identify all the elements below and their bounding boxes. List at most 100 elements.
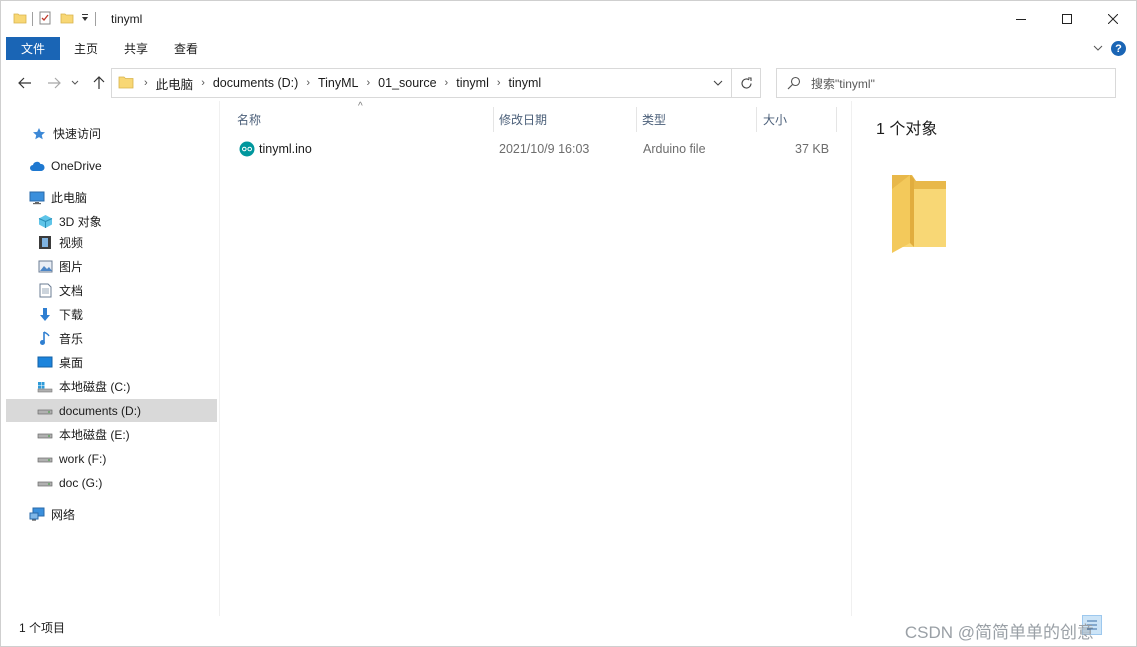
- breadcrumb-tinyml-upper[interactable]: TinyML: [314, 76, 363, 90]
- sidebar-item-label: 视频: [59, 236, 84, 250]
- table-row[interactable]: tinyml.ino 2021/10/9 16:03 Arduino file …: [235, 138, 835, 160]
- window-title: tinyml: [111, 12, 143, 26]
- sidebar-item-3d-objects[interactable]: 3D 对象: [6, 210, 217, 233]
- sidebar-item-label: 快速访问: [53, 127, 102, 141]
- tab-file[interactable]: 文件: [6, 37, 61, 60]
- title-bar: tinyml: [1, 1, 1136, 37]
- tab-view[interactable]: 查看: [161, 37, 211, 60]
- refresh-button[interactable]: [731, 69, 760, 97]
- file-type: Arduino file: [643, 142, 706, 156]
- sidebar-item-label: documents (D:): [59, 403, 142, 418]
- sidebar-item-documents[interactable]: 文档: [6, 279, 217, 302]
- sidebar-item-label: 本地磁盘 (E:): [59, 428, 130, 442]
- file-size: 37 KB: [795, 142, 830, 156]
- sidebar-item-drive-d[interactable]: documents (D:): [6, 399, 217, 422]
- navigation-row: › 此电脑 › documents (D:) › TinyML › 01_sou…: [1, 67, 1136, 99]
- sidebar-item-videos[interactable]: 视频: [6, 231, 217, 254]
- sidebar-item-label: 图片: [59, 260, 84, 274]
- ribbon-tabs: 文件 主页 共享 查看 ?: [1, 37, 1136, 60]
- arrow-right-icon: [48, 77, 61, 89]
- sidebar-item-music[interactable]: 音乐: [6, 327, 217, 350]
- sidebar-item-label: OneDrive: [51, 158, 102, 173]
- maximize-icon: [1062, 14, 1072, 24]
- column-header-modified[interactable]: 修改日期: [495, 107, 635, 132]
- sidebar-item-label: 本地磁盘 (C:): [59, 380, 131, 394]
- maximize-button[interactable]: [1044, 1, 1090, 37]
- sidebar-item-label: 下载: [59, 308, 84, 322]
- column-header-name[interactable]: 名称: [233, 107, 491, 132]
- sidebar-item-drive-f[interactable]: work (F:): [6, 447, 217, 470]
- sidebar-item-drive-c[interactable]: 本地磁盘 (C:): [6, 375, 217, 398]
- chevron-right-icon[interactable]: ›: [302, 77, 314, 89]
- column-separator[interactable]: [493, 107, 494, 132]
- sidebar-item-quick-access[interactable]: 快速访问: [6, 122, 217, 145]
- breadcrumb-tinyml-1[interactable]: tinyml: [452, 76, 493, 90]
- column-separator[interactable]: [756, 107, 757, 132]
- refresh-icon: [740, 76, 752, 89]
- minimize-button[interactable]: [998, 1, 1044, 37]
- navigation-pane: 快速访问 OneDrive 此电脑 3D 对象 视频 图片 文档 下载 音乐 桌…: [6, 113, 217, 613]
- sidebar-item-downloads[interactable]: 下载: [6, 303, 217, 326]
- selection-count: 1 个对象: [876, 121, 938, 138]
- sidebar-item-network[interactable]: 网络: [6, 503, 217, 526]
- chevron-right-icon[interactable]: ›: [140, 77, 152, 89]
- column-header-size[interactable]: 大小: [759, 107, 835, 132]
- customize-qat-icon[interactable]: [80, 12, 90, 26]
- up-button[interactable]: [89, 73, 109, 93]
- address-dropdown-button[interactable]: [706, 69, 730, 97]
- search-input[interactable]: 搜索"tinyml": [811, 75, 875, 92]
- tab-home[interactable]: 主页: [60, 37, 111, 60]
- star-icon: [31, 126, 47, 142]
- column-separator[interactable]: [636, 107, 637, 132]
- address-bar[interactable]: › 此电脑 › documents (D:) › TinyML › 01_sou…: [111, 68, 761, 98]
- close-button[interactable]: [1090, 1, 1136, 37]
- search-box[interactable]: 搜索"tinyml": [776, 68, 1116, 98]
- arrow-left-icon: [18, 77, 31, 89]
- system-drive-icon: [37, 379, 53, 395]
- network-icon: [29, 507, 45, 523]
- sidebar-item-desktop[interactable]: 桌面: [6, 351, 217, 374]
- breadcrumb-tinyml-2[interactable]: tinyml: [505, 76, 546, 90]
- sidebar-item-onedrive[interactable]: OneDrive: [6, 154, 217, 177]
- properties-icon[interactable]: [38, 11, 52, 28]
- chevron-down-icon: [71, 80, 79, 85]
- watermark: CSDN @简简单单的创意: [904, 623, 1094, 642]
- chevron-right-icon[interactable]: ›: [441, 77, 453, 89]
- breadcrumb-this-pc[interactable]: 此电脑: [152, 74, 198, 93]
- sidebar-item-label: 此电脑: [51, 191, 88, 205]
- tab-share[interactable]: 共享: [111, 37, 161, 60]
- forward-button[interactable]: [44, 73, 64, 93]
- download-icon: [37, 307, 53, 323]
- chevron-right-icon[interactable]: ›: [493, 77, 505, 89]
- sidebar-item-label: 文档: [59, 284, 84, 298]
- file-modified: 2021/10/9 16:03: [499, 142, 590, 156]
- qat-separator: [95, 12, 96, 26]
- item-count: 1 个项目: [19, 620, 66, 635]
- sidebar-item-label: work (F:): [59, 451, 107, 466]
- sidebar-item-label: doc (G:): [59, 475, 103, 490]
- column-header-type[interactable]: 类型: [638, 107, 754, 132]
- expand-ribbon-button[interactable]: [1093, 42, 1103, 56]
- close-icon: [1108, 14, 1118, 24]
- help-button[interactable]: ?: [1111, 41, 1126, 56]
- recent-locations-button[interactable]: [68, 73, 82, 93]
- search-icon: [787, 76, 801, 90]
- breadcrumb-01-source[interactable]: 01_source: [374, 76, 440, 90]
- arrow-up-icon: [93, 76, 105, 89]
- sidebar-item-label: 音乐: [59, 332, 84, 346]
- pane-divider[interactable]: [219, 101, 220, 616]
- ribbon-right-controls: ?: [1093, 37, 1126, 60]
- sidebar-item-this-pc[interactable]: 此电脑: [6, 186, 217, 209]
- details-pane: 1 个对象: [851, 101, 1136, 616]
- file-name: tinyml.ino: [259, 142, 312, 156]
- back-button[interactable]: [15, 73, 35, 93]
- sidebar-item-drive-e[interactable]: 本地磁盘 (E:): [6, 423, 217, 446]
- chevron-right-icon[interactable]: ›: [197, 77, 209, 89]
- breadcrumb-documents-d[interactable]: documents (D:): [209, 76, 302, 90]
- quick-access-toolbar: [1, 1, 101, 37]
- new-folder-icon[interactable]: [60, 11, 74, 28]
- chevron-right-icon[interactable]: ›: [363, 77, 375, 89]
- column-separator[interactable]: [836, 107, 837, 132]
- sidebar-item-pictures[interactable]: 图片: [6, 255, 217, 278]
- sidebar-item-drive-g[interactable]: doc (G:): [6, 471, 217, 494]
